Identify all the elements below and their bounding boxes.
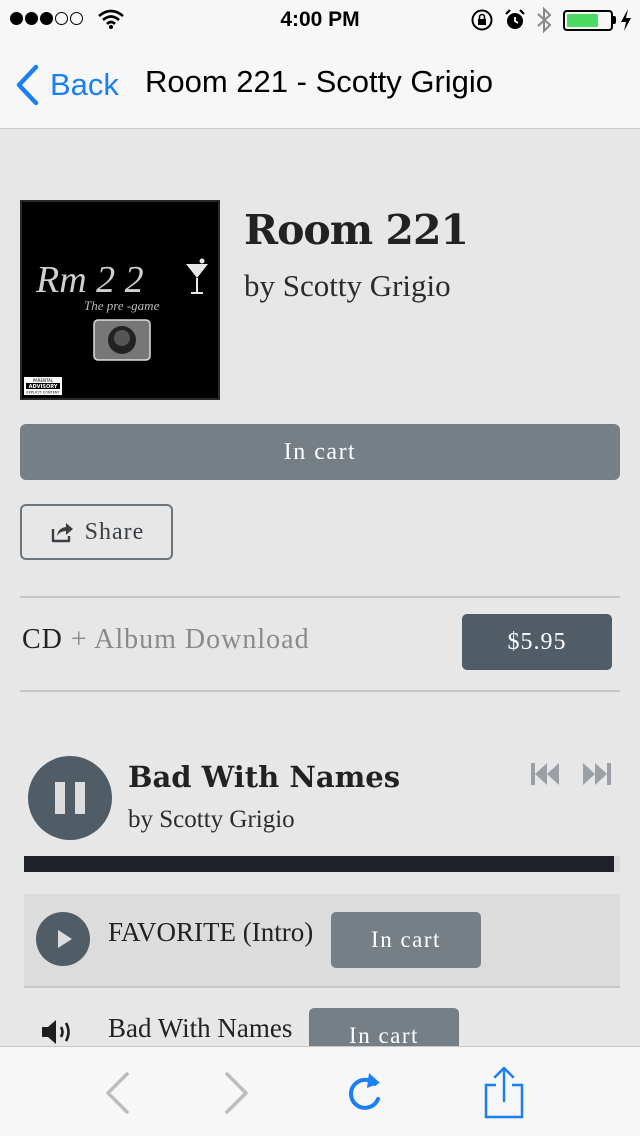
track-title[interactable]: FAVORITE (Intro): [108, 917, 313, 948]
martini-glass-icon: [186, 258, 208, 294]
format-description: CD + Album Download: [22, 624, 310, 656]
pause-button[interactable]: [28, 756, 112, 840]
back-arrow-icon[interactable]: [102, 1071, 132, 1115]
pause-icon: [55, 782, 65, 814]
svg-text:EXPLICIT CONTENT: EXPLICIT CONTENT: [26, 391, 60, 395]
divider: [20, 690, 620, 692]
bluetooth-icon: [537, 6, 552, 34]
battery-tip: [613, 16, 616, 24]
album-artist[interactable]: by Scotty Grigio: [244, 268, 451, 304]
current-track-artist: by Scotty Grigio: [128, 806, 295, 833]
forward-arrow-icon[interactable]: [222, 1071, 252, 1115]
buy-price-button[interactable]: $5.95: [462, 614, 612, 670]
battery-icon: [563, 10, 613, 31]
reload-icon[interactable]: [342, 1069, 386, 1115]
album-cover-subtext: The pre -game: [84, 298, 160, 313]
share-button[interactable]: Share: [20, 504, 173, 560]
progress-fill: [24, 856, 614, 872]
chevron-left-icon: [16, 64, 39, 106]
status-time: 4:00 PM: [280, 8, 360, 31]
share-icon: [51, 523, 73, 543]
speaker-icon: [42, 1020, 70, 1044]
share-action-icon[interactable]: [482, 1065, 526, 1119]
format-name: CD: [22, 624, 63, 655]
share-label: Share: [84, 518, 145, 545]
browser-toolbar: [0, 1046, 640, 1136]
album-cover-text: Rm 2 2: [35, 259, 144, 301]
back-label: Back: [50, 67, 119, 102]
next-track-icon[interactable]: [582, 762, 612, 786]
page-title: Room 221 - Scotty Grigio: [145, 64, 494, 99]
svg-text:ADVISORY: ADVISORY: [29, 384, 58, 390]
format-extra: + Album Download: [70, 624, 310, 655]
alarm-icon: [505, 9, 525, 29]
album-cover-artwork: Rm 2 2 The pre -game PARENTAL ADVISORY E…: [24, 258, 208, 395]
back-button[interactable]: Back: [14, 62, 119, 108]
rotation-lock-icon: [471, 9, 493, 31]
album-title: Room 221: [244, 206, 469, 254]
play-icon: [58, 930, 72, 948]
track-title[interactable]: Bad With Names: [108, 1013, 292, 1044]
svg-text:PARENTAL: PARENTAL: [33, 378, 54, 383]
charging-icon: [621, 9, 631, 31]
play-button[interactable]: [36, 912, 90, 966]
album-cover[interactable]: Rm 2 2 The pre -game PARENTAL ADVISORY E…: [20, 200, 220, 400]
divider: [20, 596, 620, 598]
signal-strength-icon: [0, 0, 90, 40]
track-in-cart-button[interactable]: In cart: [331, 912, 481, 968]
wifi-icon: [98, 9, 124, 29]
previous-track-icon[interactable]: [530, 762, 560, 786]
status-bar: 4:00 PM: [0, 0, 640, 40]
current-track-title: Bad With Names: [128, 760, 401, 794]
album-in-cart-button[interactable]: In cart: [20, 424, 620, 480]
